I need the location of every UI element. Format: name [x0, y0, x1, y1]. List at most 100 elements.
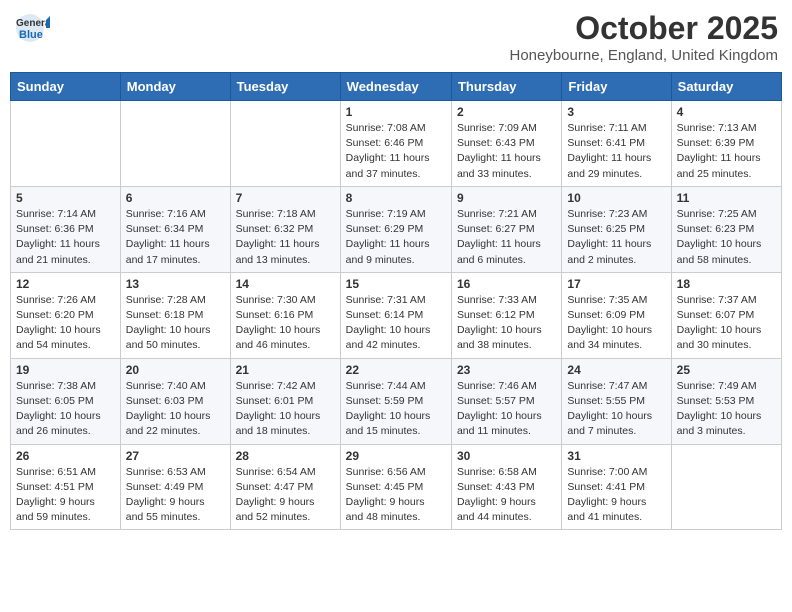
day-number: 3: [567, 105, 665, 119]
day-number: 10: [567, 191, 665, 205]
day-info: Sunrise: 7:26 AM Sunset: 6:20 PM Dayligh…: [16, 293, 115, 354]
table-row: [11, 101, 121, 187]
day-number: 25: [677, 363, 776, 377]
day-number: 14: [236, 277, 335, 291]
day-info: Sunrise: 7:18 AM Sunset: 6:32 PM Dayligh…: [236, 207, 335, 268]
table-row: 25 Sunrise: 7:49 AM Sunset: 5:53 PM Dayli…: [671, 358, 781, 444]
day-number: 26: [16, 449, 115, 463]
day-number: 1: [346, 105, 446, 119]
day-info: Sunrise: 7:47 AM Sunset: 5:55 PM Dayligh…: [567, 379, 665, 440]
day-info: Sunrise: 7:25 AM Sunset: 6:23 PM Dayligh…: [677, 207, 776, 268]
table-row: 27 Sunrise: 6:53 AM Sunset: 4:49 PM Dayli…: [120, 444, 230, 530]
day-number: 15: [346, 277, 446, 291]
table-row: 13 Sunrise: 7:28 AM Sunset: 6:18 PM Dayli…: [120, 272, 230, 358]
day-info: Sunrise: 7:16 AM Sunset: 6:34 PM Dayligh…: [126, 207, 225, 268]
table-row: 29Sunrise: 6:56 AM Sunset: 4:45 PM Dayli…: [340, 444, 451, 530]
col-friday: Friday: [562, 73, 671, 101]
month-title: October 2025: [509, 10, 778, 47]
day-number: 19: [16, 363, 115, 377]
col-saturday: Saturday: [671, 73, 781, 101]
day-info: Sunrise: 6:51 AM Sunset: 4:51 PM Dayligh…: [16, 465, 115, 526]
day-info: Sunrise: 7:33 AM Sunset: 6:12 PM Dayligh…: [457, 293, 556, 354]
day-info: Sunrise: 7:40 AM Sunset: 6:03 PM Dayligh…: [126, 379, 225, 440]
day-info: Sunrise: 6:53 AM Sunset: 4:49 PM Dayligh…: [126, 465, 225, 526]
day-number: 27: [126, 449, 225, 463]
table-row: 31 Sunrise: 7:00 AM Sunset: 4:41 PM Dayli…: [562, 444, 671, 530]
table-row: 9 Sunrise: 7:21 AM Sunset: 6:27 PM Daylig…: [451, 186, 561, 272]
col-wednesday: Wednesday: [340, 73, 451, 101]
table-row: 20 Sunrise: 7:40 AM Sunset: 6:03 PM Dayli…: [120, 358, 230, 444]
table-row: [671, 444, 781, 530]
day-number: 24: [567, 363, 665, 377]
table-row: 10 Sunrise: 7:23 AM Sunset: 6:25 PM Dayli…: [562, 186, 671, 272]
day-info: Sunrise: 7:49 AM Sunset: 5:53 PM Dayligh…: [677, 379, 776, 440]
day-number: 13: [126, 277, 225, 291]
day-number: 30: [457, 449, 556, 463]
calendar-week-row: 5Sunrise: 7:14 AM Sunset: 6:36 PM Daylig…: [11, 186, 782, 272]
day-info: Sunrise: 7:09 AM Sunset: 6:43 PM Dayligh…: [457, 121, 556, 182]
day-info: Sunrise: 7:11 AM Sunset: 6:41 PM Dayligh…: [567, 121, 665, 182]
calendar-week-row: 26 Sunrise: 6:51 AM Sunset: 4:51 PM Dayli…: [11, 444, 782, 530]
table-row: 23 Sunrise: 7:46 AM Sunset: 5:57 PM Dayli…: [451, 358, 561, 444]
table-row: 24 Sunrise: 7:47 AM Sunset: 5:55 PM Dayli…: [562, 358, 671, 444]
table-row: 21 Sunrise: 7:42 AM Sunset: 6:01 PM Dayli…: [230, 358, 340, 444]
day-info: Sunrise: 7:46 AM Sunset: 5:57 PM Dayligh…: [457, 379, 556, 440]
table-row: [120, 101, 230, 187]
table-row: 18 Sunrise: 7:37 AM Sunset: 6:07 PM Dayli…: [671, 272, 781, 358]
day-number: 12: [16, 277, 115, 291]
day-info: Sunrise: 7:00 AM Sunset: 4:41 PM Dayligh…: [567, 465, 665, 526]
table-row: 5Sunrise: 7:14 AM Sunset: 6:36 PM Daylig…: [11, 186, 121, 272]
day-info: Sunrise: 7:42 AM Sunset: 6:01 PM Dayligh…: [236, 379, 335, 440]
col-monday: Monday: [120, 73, 230, 101]
calendar-header-row: Sunday Monday Tuesday Wednesday Thursday…: [11, 73, 782, 101]
day-info: Sunrise: 7:38 AM Sunset: 6:05 PM Dayligh…: [16, 379, 115, 440]
day-info: Sunrise: 6:54 AM Sunset: 4:47 PM Dayligh…: [236, 465, 335, 526]
day-number: 31: [567, 449, 665, 463]
table-row: 2Sunrise: 7:09 AM Sunset: 6:43 PM Daylig…: [451, 101, 561, 187]
table-row: 7 Sunrise: 7:18 AM Sunset: 6:32 PM Daylig…: [230, 186, 340, 272]
day-number: 6: [126, 191, 225, 205]
location: Honeybourne, England, United Kingdom: [509, 47, 778, 64]
day-number: 23: [457, 363, 556, 377]
day-number: 4: [677, 105, 776, 119]
day-number: 7: [236, 191, 335, 205]
calendar-week-row: 12 Sunrise: 7:26 AM Sunset: 6:20 PM Dayli…: [11, 272, 782, 358]
calendar-week-row: 19 Sunrise: 7:38 AM Sunset: 6:05 PM Dayli…: [11, 358, 782, 444]
calendar-table: Sunday Monday Tuesday Wednesday Thursday…: [10, 72, 782, 530]
col-sunday: Sunday: [11, 73, 121, 101]
day-info: Sunrise: 7:37 AM Sunset: 6:07 PM Dayligh…: [677, 293, 776, 354]
day-number: 22: [346, 363, 446, 377]
col-thursday: Thursday: [451, 73, 561, 101]
day-info: Sunrise: 7:14 AM Sunset: 6:36 PM Dayligh…: [16, 207, 115, 268]
table-row: 16Sunrise: 7:33 AM Sunset: 6:12 PM Dayli…: [451, 272, 561, 358]
day-info: Sunrise: 6:58 AM Sunset: 4:43 PM Dayligh…: [457, 465, 556, 526]
table-row: 30 Sunrise: 6:58 AM Sunset: 4:43 PM Dayli…: [451, 444, 561, 530]
day-info: Sunrise: 7:19 AM Sunset: 6:29 PM Dayligh…: [346, 207, 446, 268]
day-info: Sunrise: 7:30 AM Sunset: 6:16 PM Dayligh…: [236, 293, 335, 354]
table-row: 1Sunrise: 7:08 AM Sunset: 6:46 PM Daylig…: [340, 101, 451, 187]
day-number: 8: [346, 191, 446, 205]
day-info: Sunrise: 7:28 AM Sunset: 6:18 PM Dayligh…: [126, 293, 225, 354]
day-info: Sunrise: 7:31 AM Sunset: 6:14 PM Dayligh…: [346, 293, 446, 354]
table-row: 26 Sunrise: 6:51 AM Sunset: 4:51 PM Dayli…: [11, 444, 121, 530]
day-info: Sunrise: 6:56 AM Sunset: 4:45 PM Dayligh…: [346, 465, 446, 526]
day-number: 18: [677, 277, 776, 291]
table-row: 22Sunrise: 7:44 AM Sunset: 5:59 PM Dayli…: [340, 358, 451, 444]
day-info: Sunrise: 7:35 AM Sunset: 6:09 PM Dayligh…: [567, 293, 665, 354]
table-row: 14 Sunrise: 7:30 AM Sunset: 6:16 PM Dayli…: [230, 272, 340, 358]
table-row: 8 Sunrise: 7:19 AM Sunset: 6:29 PM Daylig…: [340, 186, 451, 272]
table-row: 3 Sunrise: 7:11 AM Sunset: 6:41 PM Daylig…: [562, 101, 671, 187]
day-info: Sunrise: 7:23 AM Sunset: 6:25 PM Dayligh…: [567, 207, 665, 268]
table-row: 12 Sunrise: 7:26 AM Sunset: 6:20 PM Dayli…: [11, 272, 121, 358]
day-number: 17: [567, 277, 665, 291]
day-number: 9: [457, 191, 556, 205]
day-info: Sunrise: 7:21 AM Sunset: 6:27 PM Dayligh…: [457, 207, 556, 268]
table-row: 17 Sunrise: 7:35 AM Sunset: 6:09 PM Dayli…: [562, 272, 671, 358]
day-number: 28: [236, 449, 335, 463]
day-info: Sunrise: 7:13 AM Sunset: 6:39 PM Dayligh…: [677, 121, 776, 182]
title-block: October 2025 Honeybourne, England, Unite…: [509, 10, 778, 64]
table-row: 4 Sunrise: 7:13 AM Sunset: 6:39 PM Daylig…: [671, 101, 781, 187]
day-number: 21: [236, 363, 335, 377]
day-number: 20: [126, 363, 225, 377]
table-row: 11Sunrise: 7:25 AM Sunset: 6:23 PM Dayli…: [671, 186, 781, 272]
